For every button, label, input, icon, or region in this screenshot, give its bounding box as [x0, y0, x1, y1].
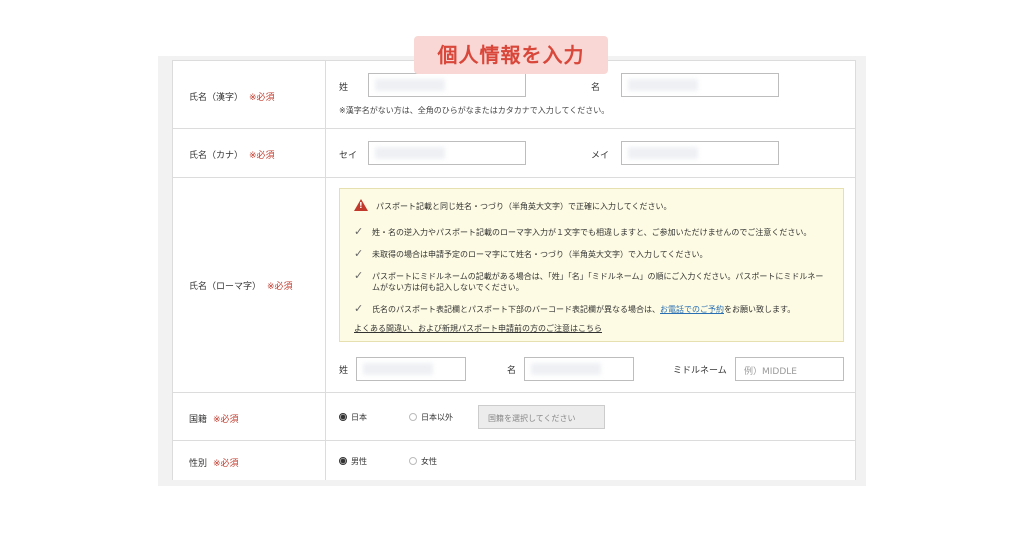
notice-item: ✓ 氏名のパスポート表記欄とパスポート下部のバーコード表記欄が異なる場合は、お電話…: [354, 302, 796, 315]
first-name-kana-label: メイ: [591, 151, 610, 161]
entered-value: [375, 79, 445, 91]
nationality-japan-radio[interactable]: 日本: [339, 412, 367, 423]
label-cell: 氏名（漢字） ※必須: [173, 61, 326, 128]
field-label: 国籍 ※必須: [189, 415, 239, 425]
label-cell: 氏名（ローマ字） ※必須: [173, 178, 326, 392]
radio-unselected-icon: [409, 413, 417, 421]
row-name-roman: 氏名（ローマ字）※必須 パスポート記載と同じ姓名・つづり（半角英大文字）で正確に…: [173, 178, 855, 393]
radio-selected-icon: [339, 413, 347, 421]
notice-item: ✓ 姓・名の逆入力やパスポート記載のローマ字入力が１文字でも相違しますと、ご参加い…: [354, 225, 812, 238]
required-mark: ※必須: [213, 459, 239, 469]
required-mark: ※必須: [249, 151, 275, 161]
nationality-other-radio[interactable]: 日本以外: [409, 412, 453, 423]
entered-value: [375, 147, 445, 159]
check-icon: ✓: [354, 302, 364, 315]
label-cell: 性別 ※必須: [173, 441, 326, 480]
gender-female-radio[interactable]: 女性: [409, 456, 437, 467]
first-name-roman-label: 名: [507, 366, 517, 376]
entered-value: [628, 79, 698, 91]
notice-item-continued: ムがない方は何も記入しないでください。: [372, 283, 524, 292]
check-icon: ✓: [354, 269, 364, 282]
field-label: 氏名（ローマ字） ※必須: [189, 282, 293, 292]
first-name-label: 名: [591, 83, 601, 93]
last-name-kana-input[interactable]: [368, 141, 526, 165]
radio-unselected-icon: [409, 457, 417, 465]
personal-info-form: 氏名（漢字） ※必須 姓 名 ※漢字名がない方は、全角のひらがなまたはカタカナで入…: [172, 60, 856, 480]
gender-male-radio[interactable]: 男性: [339, 456, 367, 467]
label-cell: 国籍 ※必須: [173, 393, 326, 440]
field-label: 氏名（漢字） ※必須: [189, 93, 275, 103]
last-name-roman-label: 姓: [339, 366, 349, 376]
label-cell: 氏名（カナ） ※必須: [173, 129, 326, 177]
last-name-roman-input[interactable]: [356, 357, 466, 381]
radio-selected-icon: [339, 457, 347, 465]
entered-value: [531, 363, 601, 375]
notice-item: ✓ 未取得の場合は申請予定のローマ字にて姓名・つづり（半角英大文字）で入力してくだ…: [354, 247, 708, 260]
middle-name-input[interactable]: 例）MIDDLE: [735, 357, 844, 381]
middle-name-label: ミドルネーム: [673, 366, 727, 376]
first-name-kanji-input[interactable]: [621, 73, 779, 97]
entered-value: [363, 363, 433, 375]
notice-title: パスポート記載と同じ姓名・つづり（半角英大文字）で正確に入力してください。: [354, 199, 672, 212]
field-label: 氏名（カナ） ※必須: [189, 151, 275, 161]
kanji-note: ※漢字名がない方は、全角のひらがなまたはカタカナで入力してください。: [339, 106, 610, 115]
check-icon: ✓: [354, 225, 364, 238]
nationality-select[interactable]: 国籍を選択してください: [478, 405, 605, 429]
last-name-kanji-input[interactable]: [368, 73, 526, 97]
check-icon: ✓: [354, 247, 364, 260]
row-nationality: 国籍 ※必須 日本 日本以外 国籍を選択してください: [173, 393, 855, 441]
faq-link[interactable]: よくある間違い、および新規パスポート申請前の方のご注意はこちら: [354, 323, 602, 334]
last-name-label: 姓: [339, 83, 349, 93]
first-name-kana-input[interactable]: [621, 141, 779, 165]
passport-notice-box: パスポート記載と同じ姓名・つづり（半角英大文字）で正確に入力してください。 ✓姓…: [339, 188, 844, 342]
warning-icon: [354, 199, 368, 211]
last-name-kana-label: セイ: [339, 151, 358, 161]
required-mark: ※必須: [249, 93, 275, 103]
notice-item: ✓ パスポートにミドルネームの記載がある場合は、「姓」「名」「ミドルネーム」の順に…: [354, 269, 824, 282]
row-gender: 性別 ※必須 男性 女性: [173, 441, 855, 480]
required-mark: ※必須: [267, 282, 293, 292]
section-banner: 個人情報を入力: [414, 36, 608, 74]
field-label: 性別 ※必須: [189, 459, 239, 469]
first-name-roman-input[interactable]: [524, 357, 634, 381]
entered-value: [628, 147, 698, 159]
required-mark: ※必須: [213, 415, 239, 425]
row-name-kana: 氏名（カナ） ※必須 セイ メイ: [173, 129, 855, 178]
phone-reservation-link[interactable]: お電話でのご予約: [660, 305, 724, 314]
